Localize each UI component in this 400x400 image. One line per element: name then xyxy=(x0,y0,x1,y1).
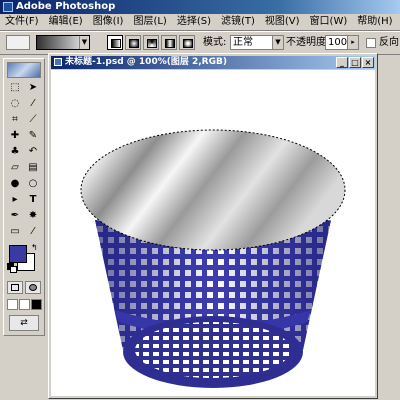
notes-icon[interactable]: ▭ xyxy=(7,224,23,239)
app-titlebar: Adobe Photoshop xyxy=(0,0,400,14)
menu-view[interactable]: 视图(V) xyxy=(260,14,305,30)
reflected-gradient-button[interactable] xyxy=(161,35,177,50)
gradient-icon[interactable]: ▤ xyxy=(25,160,41,175)
rectangular-marquee-icon[interactable]: ⬚ xyxy=(7,80,23,95)
blur-icon[interactable]: ● xyxy=(7,176,23,191)
menu-layer[interactable]: 图层(L) xyxy=(128,14,171,30)
lasso-icon[interactable]: ◌ xyxy=(7,96,23,111)
close-button[interactable]: × xyxy=(362,57,374,68)
healing-brush-icon[interactable]: ✚ xyxy=(7,128,23,143)
opacity-field[interactable]: 100% ▸ xyxy=(325,35,359,50)
chevron-down-icon[interactable]: ▼ xyxy=(79,36,89,49)
jump-to-imageready-button[interactable]: ⇄ xyxy=(9,315,39,331)
default-colors-icon[interactable] xyxy=(7,263,17,273)
menu-help[interactable]: 帮助(H) xyxy=(352,14,397,30)
standard-screen-button[interactable] xyxy=(7,299,18,310)
chevron-right-icon[interactable]: ▸ xyxy=(347,36,358,49)
eyedropper-icon[interactable]: ⁄ xyxy=(25,224,41,239)
linear-gradient-button[interactable] xyxy=(107,35,123,50)
angle-gradient-button[interactable] xyxy=(143,35,159,50)
standard-mode-button[interactable] xyxy=(7,281,23,294)
canvas[interactable] xyxy=(51,70,375,396)
eraser-icon[interactable]: ▱ xyxy=(7,160,23,175)
document-icon xyxy=(54,58,62,66)
document-title: 未标题-1.psd @ 100%(图层 2,RGB) xyxy=(65,57,227,67)
tool-preset-picker[interactable] xyxy=(6,35,30,50)
foreground-color-swatch[interactable] xyxy=(9,245,27,263)
clone-stamp-icon[interactable]: ♣ xyxy=(7,144,23,159)
swap-colors-icon[interactable]: ↰ xyxy=(31,243,38,252)
gradient-picker[interactable]: ▼ xyxy=(36,35,90,50)
menu-file[interactable]: 文件(F) xyxy=(0,14,44,30)
photoshop-logo-icon xyxy=(3,2,13,12)
path-selection-icon[interactable]: ▸ xyxy=(7,192,23,207)
chevron-down-icon[interactable]: ▼ xyxy=(272,36,283,49)
minimize-button[interactable]: _ xyxy=(336,57,348,68)
menu-select[interactable]: 选择(S) xyxy=(172,14,216,30)
menu-filter[interactable]: 滤镜(T) xyxy=(216,14,260,30)
slice-icon[interactable]: ⟋ xyxy=(25,112,41,127)
menu-bar: 文件(F) 编辑(E) 图像(I) 图层(L) 选择(S) 滤镜(T) 视图(V) 窗口(W)… xyxy=(0,14,400,31)
radial-gradient-button[interactable] xyxy=(125,35,141,50)
menu-window[interactable]: 窗口(W) xyxy=(305,14,353,30)
document-titlebar: 未标题-1.psd @ 100%(图层 2,RGB) _ □ × xyxy=(51,56,375,69)
fullscreen-button[interactable] xyxy=(31,299,42,310)
opacity-label: 不透明度: xyxy=(286,37,330,48)
diamond-gradient-button[interactable] xyxy=(179,35,195,50)
menu-edit[interactable]: 编辑(E) xyxy=(44,14,88,30)
fullscreen-menu-button[interactable] xyxy=(19,299,30,310)
mode-value: 正常 xyxy=(233,37,253,48)
pen-icon[interactable]: ✒ xyxy=(7,208,23,223)
brush-icon[interactable]: ✎ xyxy=(25,128,41,143)
mode-select[interactable]: 正常 ▼ xyxy=(230,35,284,50)
mode-label: 模式: xyxy=(203,37,227,48)
type-icon[interactable]: T xyxy=(25,192,41,207)
dodge-icon[interactable]: ○ xyxy=(25,176,41,191)
document-window: 未标题-1.psd @ 100%(图层 2,RGB) _ □ × xyxy=(48,53,378,399)
maximize-button[interactable]: □ xyxy=(349,57,361,68)
move-icon[interactable]: ➤ xyxy=(25,80,41,95)
menu-image[interactable]: 图像(I) xyxy=(88,14,129,30)
history-brush-icon[interactable]: ↶ xyxy=(25,144,41,159)
custom-shape-icon[interactable]: ✸ xyxy=(25,208,41,223)
toolbox: ⬚ ➤ ◌ ⁄ ⌗ ⟋ ✚ ✎ ♣ ↶ ▱ ▤ ● ○ ▸ T ✒ ✸ ▭ ⁄ … xyxy=(3,58,45,336)
quickmask-mode-button[interactable] xyxy=(25,281,41,294)
basket-artwork xyxy=(80,129,346,388)
crop-icon[interactable]: ⌗ xyxy=(7,112,23,127)
magic-wand-icon[interactable]: ⁄ xyxy=(25,96,41,111)
reverse-label: 反向 xyxy=(379,37,399,48)
reverse-checkbox[interactable] xyxy=(366,38,376,48)
app-title: Adobe Photoshop xyxy=(16,1,116,12)
options-bar: ▼ 模式: 正常 ▼ 不透明度: 100% ▸ 反向 xyxy=(0,31,400,55)
toolbox-logo[interactable] xyxy=(7,62,41,78)
